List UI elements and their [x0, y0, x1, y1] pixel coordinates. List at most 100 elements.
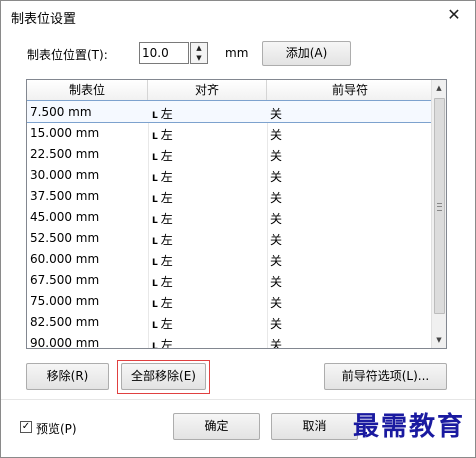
spin-up-icon[interactable]: ▲ [191, 43, 207, 53]
left-tab-icon: L [152, 132, 158, 142]
alignment-cell: L左 [152, 294, 173, 311]
alignment-cell: L左 [152, 168, 173, 185]
unit-label: mm [225, 46, 249, 60]
leader-cell: 关 [270, 212, 283, 226]
left-tab-icon: L [152, 300, 158, 310]
column-header-leader[interactable]: 前导符 [267, 80, 433, 100]
watermark-logo: 最需教育 [353, 412, 466, 442]
alignment-label: 左 [160, 275, 173, 289]
alignment-label: 左 [160, 254, 173, 268]
leader-cell: 关 [270, 233, 283, 247]
scroll-down-icon[interactable]: ▼ [432, 332, 446, 348]
alignment-cell: L左 [152, 231, 173, 248]
remove-button[interactable]: 移除(R) [26, 363, 109, 390]
left-tab-icon: L [152, 342, 158, 349]
table-row[interactable]: 7.500 mm L 左 关 [27, 100, 434, 123]
title-bar: 制表位设置 ✕ [1, 1, 475, 31]
left-tab-icon: L [152, 279, 158, 289]
leader-cell: 关 [270, 191, 283, 205]
tab-settings-dialog: 制表位设置 ✕ 制表位位置(T): 10.0 ▲ ▼ mm 添加(A) 制表位 … [0, 0, 476, 458]
left-tab-icon: L [152, 195, 158, 205]
tab-position-cell: 90.000 mm [30, 336, 100, 349]
preview-checkbox[interactable]: ✓ [20, 421, 32, 433]
alignment-cell: L左 [152, 210, 173, 227]
grip-icon [437, 203, 442, 211]
alignment-label: 左 [160, 338, 173, 349]
alignment-label: 左 [160, 128, 173, 142]
tab-position-cell: 75.000 mm [30, 294, 100, 308]
table-row[interactable]: 82.500 mm L 左 关 [27, 311, 433, 332]
add-button[interactable]: 添加(A) [262, 41, 351, 66]
left-tab-icon: L [152, 321, 158, 331]
scroll-up-icon[interactable]: ▲ [432, 80, 446, 96]
table-scrollbar[interactable]: ▲ ▼ [431, 80, 446, 348]
alignment-cell: L左 [152, 273, 173, 290]
table-row[interactable]: 45.000 mm L 左 关 [27, 206, 433, 227]
leader-options-button[interactable]: 前导符选项(L)... [324, 363, 447, 390]
tab-position-stepper[interactable]: ▲ ▼ [190, 42, 208, 64]
alignment-label: 左 [160, 212, 173, 226]
tab-position-cell: 67.500 mm [30, 273, 100, 287]
alignment-cell: L左 [152, 336, 173, 349]
leader-cell: 关 [270, 275, 283, 289]
table-header: 制表位 对齐 前导符 [27, 80, 433, 101]
tab-position-cell: 7.500 mm [30, 105, 92, 119]
alignment-cell: L左 [152, 189, 173, 206]
column-header-position[interactable]: 制表位 [27, 80, 148, 100]
footer-divider [1, 399, 475, 400]
leader-cell: 关 [270, 296, 283, 310]
table-row[interactable]: 52.500 mm L 左 关 [27, 227, 433, 248]
tab-position-cell: 82.500 mm [30, 315, 100, 329]
alignment-cell: L左 [152, 252, 173, 269]
tab-position-cell: 22.500 mm [30, 147, 100, 161]
leader-cell: 关 [270, 107, 283, 121]
column-header-alignment[interactable]: 对齐 [148, 80, 267, 100]
preview-label[interactable]: 预览(P) [36, 420, 77, 437]
left-tab-icon: L [152, 174, 158, 184]
tab-position-cell: 52.500 mm [30, 231, 100, 245]
tab-position-cell: 60.000 mm [30, 252, 100, 266]
table-row[interactable]: 75.000 mm L 左 关 [27, 290, 433, 311]
alignment-cell: L左 [152, 147, 173, 164]
left-tab-icon: L [152, 237, 158, 247]
scroll-thumb[interactable] [434, 98, 445, 314]
table-row[interactable]: 22.500 mm L 左 关 [27, 143, 433, 164]
tab-stops-table[interactable]: 制表位 对齐 前导符 7.500 mm L 左关 15.000 mm L 左关 22.500… [26, 79, 447, 349]
alignment-label: 左 [160, 233, 173, 247]
ok-button[interactable]: 确定 [173, 413, 260, 440]
alignment-label: 左 [160, 170, 173, 184]
table-row[interactable]: 15.000 mm L 左 关 [27, 122, 433, 143]
left-tab-icon: L [152, 111, 158, 121]
table-row[interactable]: 67.500 mm L 左 关 [27, 269, 433, 290]
close-icon[interactable]: ✕ [443, 4, 465, 26]
alignment-label: 左 [160, 191, 173, 205]
alignment-label: 左 [160, 317, 173, 331]
tab-position-cell: 45.000 mm [30, 210, 100, 224]
leader-cell: 关 [270, 128, 283, 142]
alignment-cell: L左 [152, 315, 173, 332]
leader-cell: 关 [270, 170, 283, 184]
table-row[interactable]: 30.000 mm L 左 关 [27, 164, 433, 185]
alignment-cell: L左 [152, 105, 173, 122]
left-tab-icon: L [152, 258, 158, 268]
tab-position-input[interactable]: 10.0 [139, 42, 189, 64]
alignment-cell: L左 [152, 126, 173, 143]
alignment-label: 左 [160, 149, 173, 163]
leader-cell: 关 [270, 254, 283, 268]
tab-position-cell: 37.500 mm [30, 189, 100, 203]
cancel-button[interactable]: 取消 [271, 413, 358, 440]
tab-position-cell: 15.000 mm [30, 126, 100, 140]
alignment-label: 左 [160, 107, 173, 121]
alignment-label: 左 [160, 296, 173, 310]
tab-position-label: 制表位位置(T): [27, 48, 108, 62]
table-row[interactable]: 37.500 mm L 左 关 [27, 185, 433, 206]
tab-position-cell: 30.000 mm [30, 168, 100, 182]
leader-cell: 关 [270, 338, 283, 349]
spin-down-icon[interactable]: ▼ [191, 53, 207, 63]
left-tab-icon: L [152, 153, 158, 163]
highlight-box [117, 360, 210, 394]
table-row[interactable]: 90.000 mm L 左 关 [27, 332, 433, 349]
table-row[interactable]: 60.000 mm L 左 关 [27, 248, 433, 269]
left-tab-icon: L [152, 216, 158, 226]
leader-cell: 关 [270, 317, 283, 331]
